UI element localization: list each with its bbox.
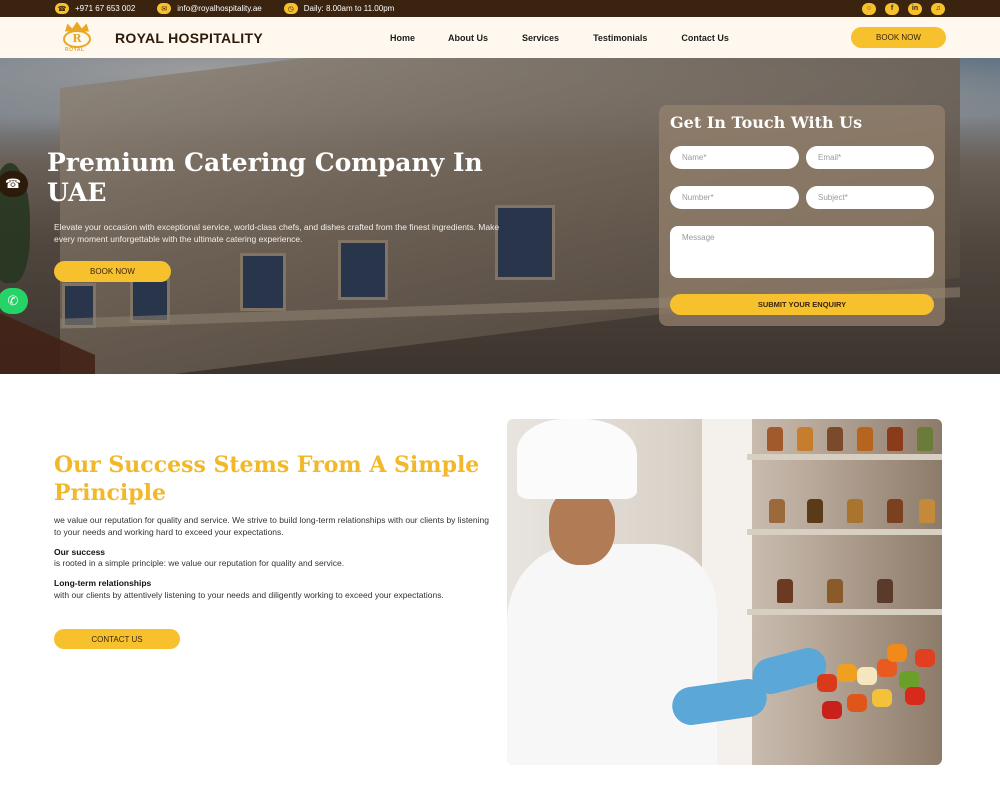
skewer-vegetable (822, 701, 842, 719)
topbar-phone[interactable]: ☎ +971 67 653 002 (55, 3, 135, 14)
skewer-vegetable (915, 649, 935, 667)
tiktok-icon[interactable]: ♫ (931, 2, 945, 15)
facebook-icon[interactable]: f (885, 2, 899, 15)
number-field[interactable]: Number* (670, 186, 799, 209)
whatsapp-float-button[interactable]: ✆ (0, 288, 28, 314)
photo-jar (847, 499, 863, 523)
site-header: R ROYAL ROYAL HOSPITALITY Home About Us … (0, 17, 1000, 58)
about-text-relationships: with our clients by attentively listenin… (54, 590, 444, 600)
topbar-hours: ◷ Daily: 8.00am to 11.00pm (283, 3, 395, 14)
about-intro: we value our reputation for quality and … (54, 515, 489, 537)
skewer-vegetable (887, 644, 907, 662)
chef-photo (507, 419, 942, 765)
about-heading-success: Our success (54, 547, 106, 557)
photo-jar (877, 579, 893, 603)
phone-icon: ☎ (55, 3, 69, 14)
hero-title: Premium Catering Company In UAE (47, 148, 483, 207)
phone-float-button[interactable]: ☎ (0, 171, 28, 197)
chef-hat (517, 419, 637, 499)
skewer-vegetable (872, 689, 892, 707)
topbar-phone-text: +971 67 653 002 (75, 4, 136, 13)
mail-icon: ✉ (157, 3, 172, 14)
logo-monogram: R (63, 29, 91, 48)
enquiry-form: Get In Touch With Us Name* Email* Number… (659, 105, 945, 326)
photo-jar (769, 499, 785, 523)
photo-jar (887, 499, 903, 523)
phone-icon: ☎ (4, 176, 22, 191)
form-title: Get In Touch With Us (670, 113, 863, 132)
main-nav: Home About Us Services Testimonials Cont… (390, 17, 729, 58)
nav-home[interactable]: Home (390, 33, 415, 43)
about-heading-relationships: Long-term relationships (54, 578, 152, 588)
photo-jar (917, 427, 933, 451)
contact-us-button[interactable]: CONTACT US (54, 629, 180, 649)
header-book-now-button[interactable]: BOOK NOW (851, 27, 946, 48)
photo-shelf (747, 529, 942, 535)
topbar-email[interactable]: ✉ info@royalhospitality.ae (157, 3, 262, 14)
photo-jar (827, 579, 843, 603)
message-field[interactable]: Message (670, 226, 934, 278)
about-text-success: is rooted in a simple principle: we valu… (54, 558, 345, 568)
skewer-vegetable (817, 674, 837, 692)
nav-contact-us[interactable]: Contact Us (681, 33, 729, 43)
social-links: ○ f in ♫ (862, 2, 945, 15)
hero-book-now-button[interactable]: BOOK NOW (54, 261, 171, 282)
topbar-hours-text: Daily: 8.00am to 11.00pm (303, 4, 395, 13)
clock-icon: ◷ (283, 3, 298, 14)
photo-shelf (747, 454, 942, 460)
photo-jar (919, 499, 935, 523)
logo-word: ROYAL (65, 46, 85, 53)
subject-field[interactable]: Subject* (806, 186, 934, 209)
skewer-vegetable (847, 694, 867, 712)
name-field[interactable]: Name* (670, 146, 799, 169)
email-field[interactable]: Email* (806, 146, 934, 169)
nav-testimonials[interactable]: Testimonials (593, 33, 647, 43)
photo-shelf (747, 609, 942, 615)
photo-jar (777, 579, 793, 603)
about-title: Our Success Stems From A Simple Principl… (54, 452, 480, 506)
photo-jar (857, 427, 873, 451)
instagram-icon[interactable]: ○ (862, 2, 876, 15)
nav-about-us[interactable]: About Us (448, 33, 488, 43)
logo[interactable]: R ROYAL (55, 21, 99, 54)
photo-jar (807, 499, 823, 523)
skewer-vegetable (857, 667, 877, 685)
topbar-email-text: info@royalhospitality.ae (177, 4, 262, 13)
photo-jar (887, 427, 903, 451)
whatsapp-icon: ✆ (7, 293, 19, 308)
submit-enquiry-button[interactable]: SUBMIT YOUR ENQUIRY (670, 294, 934, 315)
brand-name[interactable]: ROYAL HOSPITALITY (115, 30, 263, 46)
skewer-vegetable (837, 664, 857, 682)
top-info-bar: ☎ +971 67 653 002 ✉ info@royalhospitalit… (0, 0, 1000, 17)
nav-services[interactable]: Services (522, 33, 559, 43)
linkedin-icon[interactable]: in (908, 2, 922, 15)
chef-coat (507, 544, 717, 765)
photo-jar (767, 427, 783, 451)
photo-jar (827, 427, 843, 451)
chef-face (549, 489, 615, 565)
hero-text: Elevate your occasion with exceptional s… (54, 222, 500, 244)
photo-jar (797, 427, 813, 451)
skewer-vegetable (905, 687, 925, 705)
